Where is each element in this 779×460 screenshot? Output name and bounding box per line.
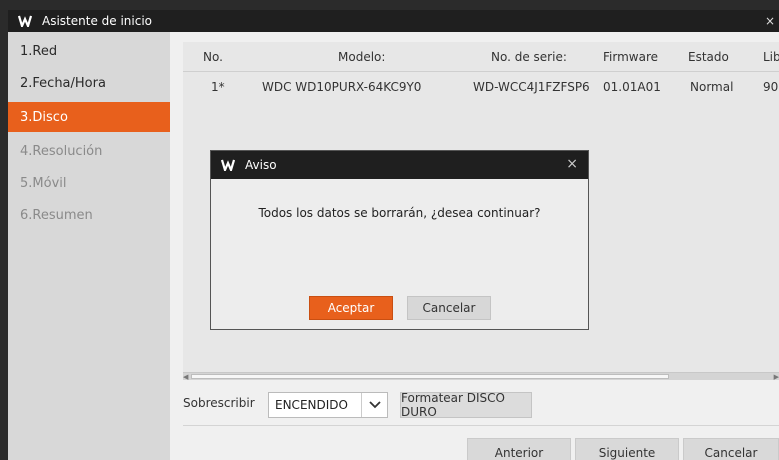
sidebar-item-resolucion[interactable]: 4.Resolución <box>8 136 170 166</box>
window-title: Asistente de inicio <box>42 14 153 28</box>
sidebar-item-red[interactable]: 1.Red <box>8 36 170 66</box>
scroll-right-icon[interactable]: ▶ <box>774 373 779 381</box>
cancel-button[interactable]: Cancelar <box>683 438 779 460</box>
sidebar-item-resumen[interactable]: 6.Resumen <box>8 200 170 230</box>
sidebar-item-movil[interactable]: 5.Móvil <box>8 168 170 198</box>
cell-no: 1* <box>211 80 225 94</box>
table-row[interactable]: 1* WDC WD10PURX-64KC9Y0 WD-WCC4J1FZFSP6 … <box>183 72 779 102</box>
cell-firmware: 01.01A01 <box>603 80 661 94</box>
previous-button[interactable]: Anterior <box>467 438 571 460</box>
overwrite-select[interactable]: ENCENDIDO <box>268 392 388 418</box>
dialog-title: Aviso <box>245 158 277 172</box>
header-free: Lib <box>763 50 779 64</box>
horizontal-scrollbar[interactable]: ◀ ▶ <box>183 372 779 381</box>
scrollbar-thumb[interactable] <box>191 374 669 379</box>
accept-button[interactable]: Aceptar <box>309 296 393 320</box>
cell-model: WDC WD10PURX-64KC9Y0 <box>262 80 422 94</box>
cell-serial: WD-WCC4J1FZFSP6 <box>473 80 590 94</box>
brand-logo-icon <box>18 14 32 28</box>
overwrite-row: Sobrescribir ENCENDIDO Formatear DISCO D… <box>183 391 779 419</box>
wizard-steps-sidebar: 1.Red 2.Fecha/Hora 3.Disco 4.Resolución … <box>8 32 170 460</box>
table-header: No. Modelo: No. de serie: Firmware Estad… <box>183 42 779 72</box>
header-serial: No. de serie: <box>491 50 567 64</box>
window-close-icon[interactable]: × <box>765 10 779 32</box>
overwrite-value: ENCENDIDO <box>275 398 348 412</box>
dialog-close-icon[interactable]: × <box>566 156 578 172</box>
titlebar: Asistente de inicio × <box>8 10 779 32</box>
scroll-left-icon[interactable]: ◀ <box>183 373 188 381</box>
chevron-down-icon[interactable] <box>361 393 387 417</box>
brand-logo-icon <box>221 158 235 172</box>
format-disk-button[interactable]: Formatear DISCO DURO <box>400 391 532 419</box>
header-model: Modelo: <box>338 50 386 64</box>
header-firmware: Firmware <box>603 50 658 64</box>
sidebar-item-fecha-hora[interactable]: 2.Fecha/Hora <box>8 68 170 98</box>
header-status: Estado <box>688 50 729 64</box>
overwrite-label: Sobrescribir <box>183 396 255 410</box>
header-no: No. <box>203 50 223 64</box>
next-button[interactable]: Siguiente <box>575 438 679 460</box>
sidebar-item-disco[interactable]: 3.Disco <box>8 102 170 132</box>
cell-free: 90 <box>763 80 779 94</box>
warning-dialog: Aviso × Todos los datos se borrarán, ¿de… <box>210 150 589 330</box>
dialog-titlebar: Aviso × <box>211 151 588 179</box>
divider <box>183 425 779 426</box>
cell-status: Normal <box>690 80 734 94</box>
dialog-message: Todos los datos se borrarán, ¿desea cont… <box>258 206 541 220</box>
dialog-cancel-button[interactable]: Cancelar <box>407 296 491 320</box>
